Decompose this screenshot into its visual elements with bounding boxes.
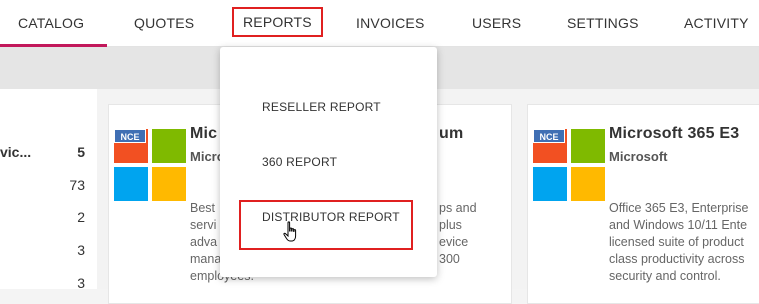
microsoft-logo-icon: NCE bbox=[114, 129, 186, 201]
filter-count: 5 bbox=[77, 144, 85, 160]
menu-item-360-report[interactable]: 360 REPORT bbox=[262, 155, 337, 169]
product-description: Office 365 E3, Enterprise and Windows 10… bbox=[609, 201, 749, 283]
reports-dropdown-menu: RESELLER REPORT 360 REPORT DISTRIBUTOR R… bbox=[220, 47, 437, 277]
product-card[interactable]: NCE Microsoft 365 E3 Microsoft Office 36… bbox=[527, 104, 759, 304]
tab-quotes[interactable]: QUOTES bbox=[134, 0, 194, 47]
product-title[interactable]: Mic bbox=[190, 125, 217, 143]
tab-catalog[interactable]: CATALOG bbox=[18, 0, 84, 47]
filter-row[interactable]: 3 bbox=[0, 275, 97, 295]
menu-item-highlight-box bbox=[239, 200, 413, 250]
filter-row[interactable]: 3 bbox=[0, 242, 97, 262]
filter-row[interactable]: 73 bbox=[0, 177, 97, 197]
filter-count: 73 bbox=[69, 177, 85, 193]
nce-badge: NCE bbox=[533, 129, 565, 143]
filter-panel: vic... 5 73 2 3 3 bbox=[0, 89, 97, 291]
product-title-tail: um bbox=[439, 125, 464, 142]
filter-row[interactable]: 2 bbox=[0, 209, 97, 229]
menu-item-reseller-report[interactable]: RESELLER REPORT bbox=[262, 100, 381, 114]
filter-count: 3 bbox=[77, 242, 85, 258]
filter-row[interactable]: vic... 5 bbox=[0, 144, 97, 164]
tab-activity[interactable]: ACTIVITY bbox=[684, 0, 749, 47]
tab-invoices[interactable]: INVOICES bbox=[356, 0, 425, 47]
filter-count: 2 bbox=[77, 209, 85, 225]
product-title[interactable]: Microsoft 365 E3 bbox=[609, 125, 739, 143]
nce-badge: NCE bbox=[114, 129, 146, 143]
tab-settings[interactable]: SETTINGS bbox=[567, 0, 639, 47]
top-navigation: CATALOG QUOTES REPORTS INVOICES USERS SE… bbox=[0, 0, 759, 47]
product-vendor: Microsoft bbox=[609, 149, 668, 164]
tab-users[interactable]: USERS bbox=[472, 0, 521, 47]
microsoft-logo-icon: NCE bbox=[533, 129, 605, 201]
hand-cursor-icon bbox=[283, 221, 297, 242]
filter-label: vic... bbox=[0, 144, 32, 160]
tab-reports[interactable]: REPORTS bbox=[232, 7, 323, 37]
product-description-tail: ps and plus evice 300 bbox=[439, 201, 477, 266]
